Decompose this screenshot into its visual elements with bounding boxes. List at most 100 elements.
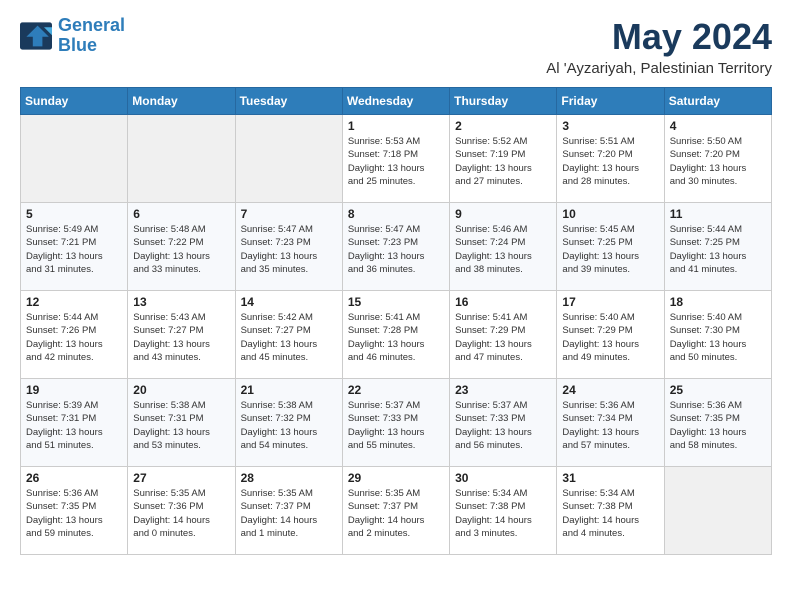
day-number: 31	[562, 471, 658, 485]
calendar-week-row: 19 Sunrise: 5:39 AM Sunset: 7:31 PM Dayli…	[21, 379, 772, 467]
day-number: 28	[241, 471, 337, 485]
day-info: Sunrise: 5:42 AM Sunset: 7:27 PM Dayligh…	[241, 311, 337, 364]
calendar-cell: 30 Sunrise: 5:34 AM Sunset: 7:38 PM Dayli…	[450, 467, 557, 555]
calendar-cell: 21Sunrise: 5:38 AM Sunset: 7:32 PM Dayli…	[235, 379, 342, 467]
day-info: Sunrise: 5:49 AM Sunset: 7:21 PM Dayligh…	[26, 223, 122, 276]
calendar-week-row: 1 Sunrise: 5:53 AM Sunset: 7:18 PM Daylig…	[21, 115, 772, 203]
calendar-cell: 23 Sunrise: 5:37 AM Sunset: 7:33 PM Dayli…	[450, 379, 557, 467]
day-info: Sunrise: 5:35 AM Sunset: 7:37 PM Dayligh…	[241, 487, 337, 540]
weekday-header: Saturday	[664, 88, 771, 115]
weekday-header: Tuesday	[235, 88, 342, 115]
day-number: 18	[670, 295, 766, 309]
calendar-cell	[128, 115, 235, 203]
calendar-cell: 22 Sunrise: 5:37 AM Sunset: 7:33 PM Dayli…	[342, 379, 449, 467]
calendar-cell: 19 Sunrise: 5:39 AM Sunset: 7:31 PM Dayli…	[21, 379, 128, 467]
day-number: 17	[562, 295, 658, 309]
day-info: Sunrise: 5:36 AM Sunset: 7:35 PM Dayligh…	[26, 487, 122, 540]
day-number: 25	[670, 383, 766, 397]
calendar-cell: 11 Sunrise: 5:44 AM Sunset: 7:25 PM Dayli…	[664, 203, 771, 291]
day-info: Sunrise: 5:37 AM Sunset: 7:33 PM Dayligh…	[348, 399, 444, 452]
calendar-cell	[235, 115, 342, 203]
calendar-cell: 6 Sunrise: 5:48 AM Sunset: 7:22 PM Daylig…	[128, 203, 235, 291]
day-info: Sunrise: 5:41 AM Sunset: 7:28 PM Dayligh…	[348, 311, 444, 364]
day-number: 3	[562, 119, 658, 133]
day-info: Sunrise: 5:45 AM Sunset: 7:25 PM Dayligh…	[562, 223, 658, 276]
day-info: Sunrise: 5:34 AM Sunset: 7:38 PM Dayligh…	[562, 487, 658, 540]
day-info: Sunrise: 5:50 AM Sunset: 7:20 PM Dayligh…	[670, 135, 766, 188]
day-number: 19	[26, 383, 122, 397]
calendar-cell: 1 Sunrise: 5:53 AM Sunset: 7:18 PM Daylig…	[342, 115, 449, 203]
day-info: Sunrise: 5:48 AM Sunset: 7:22 PM Dayligh…	[133, 223, 229, 276]
calendar-cell: 27 Sunrise: 5:35 AM Sunset: 7:36 PM Dayli…	[128, 467, 235, 555]
day-number: 10	[562, 207, 658, 221]
calendar-cell: 14 Sunrise: 5:42 AM Sunset: 7:27 PM Dayli…	[235, 291, 342, 379]
day-info: Sunrise: 5:35 AM Sunset: 7:37 PM Dayligh…	[348, 487, 444, 540]
day-info: Sunrise: 5:47 AM Sunset: 7:23 PM Dayligh…	[241, 223, 337, 276]
day-number: 24	[562, 383, 658, 397]
day-info: Sunrise: 5:39 AM Sunset: 7:31 PM Dayligh…	[26, 399, 122, 452]
calendar-cell: 2Sunrise: 5:52 AM Sunset: 7:19 PM Daylig…	[450, 115, 557, 203]
day-info: Sunrise: 5:34 AM Sunset: 7:38 PM Dayligh…	[455, 487, 551, 540]
calendar-cell: 7Sunrise: 5:47 AM Sunset: 7:23 PM Daylig…	[235, 203, 342, 291]
calendar-week-row: 26Sunrise: 5:36 AM Sunset: 7:35 PM Dayli…	[21, 467, 772, 555]
day-info: Sunrise: 5:51 AM Sunset: 7:20 PM Dayligh…	[562, 135, 658, 188]
day-info: Sunrise: 5:43 AM Sunset: 7:27 PM Dayligh…	[133, 311, 229, 364]
logo: General Blue	[20, 16, 125, 56]
calendar-cell: 24 Sunrise: 5:36 AM Sunset: 7:34 PM Dayli…	[557, 379, 664, 467]
calendar-week-row: 5 Sunrise: 5:49 AM Sunset: 7:21 PM Daylig…	[21, 203, 772, 291]
calendar-cell: 9Sunrise: 5:46 AM Sunset: 7:24 PM Daylig…	[450, 203, 557, 291]
day-number: 1	[348, 119, 444, 133]
day-info: Sunrise: 5:38 AM Sunset: 7:31 PM Dayligh…	[133, 399, 229, 452]
day-number: 6	[133, 207, 229, 221]
day-number: 30	[455, 471, 551, 485]
calendar-cell	[21, 115, 128, 203]
calendar-cell: 18 Sunrise: 5:40 AM Sunset: 7:30 PM Dayli…	[664, 291, 771, 379]
day-number: 20	[133, 383, 229, 397]
day-number: 13	[133, 295, 229, 309]
day-number: 14	[241, 295, 337, 309]
day-info: Sunrise: 5:35 AM Sunset: 7:36 PM Dayligh…	[133, 487, 229, 540]
day-info: Sunrise: 5:40 AM Sunset: 7:30 PM Dayligh…	[670, 311, 766, 364]
day-number: 4	[670, 119, 766, 133]
day-number: 27	[133, 471, 229, 485]
day-info: Sunrise: 5:37 AM Sunset: 7:33 PM Dayligh…	[455, 399, 551, 452]
calendar-cell: 26Sunrise: 5:36 AM Sunset: 7:35 PM Dayli…	[21, 467, 128, 555]
weekday-header: Sunday	[21, 88, 128, 115]
logo-text: General Blue	[58, 16, 125, 56]
calendar-cell	[664, 467, 771, 555]
location: Al 'Ayzariyah, Palestinian Territory	[546, 60, 772, 77]
title-block: May 2024 Al 'Ayzariyah, Palestinian Terr…	[546, 16, 772, 77]
calendar-cell: 10 Sunrise: 5:45 AM Sunset: 7:25 PM Dayli…	[557, 203, 664, 291]
day-info: Sunrise: 5:46 AM Sunset: 7:24 PM Dayligh…	[455, 223, 551, 276]
weekday-header: Friday	[557, 88, 664, 115]
day-number: 29	[348, 471, 444, 485]
day-info: Sunrise: 5:36 AM Sunset: 7:34 PM Dayligh…	[562, 399, 658, 452]
day-info: Sunrise: 5:53 AM Sunset: 7:18 PM Dayligh…	[348, 135, 444, 188]
day-number: 16	[455, 295, 551, 309]
day-number: 12	[26, 295, 122, 309]
day-number: 21	[241, 383, 337, 397]
calendar-cell: 20 Sunrise: 5:38 AM Sunset: 7:31 PM Dayli…	[128, 379, 235, 467]
calendar-cell: 8Sunrise: 5:47 AM Sunset: 7:23 PM Daylig…	[342, 203, 449, 291]
day-number: 8	[348, 207, 444, 221]
page-header: General Blue May 2024 Al 'Ayzariyah, Pal…	[20, 16, 772, 77]
calendar-cell: 3 Sunrise: 5:51 AM Sunset: 7:20 PM Daylig…	[557, 115, 664, 203]
calendar-cell: 29 Sunrise: 5:35 AM Sunset: 7:37 PM Dayli…	[342, 467, 449, 555]
day-number: 23	[455, 383, 551, 397]
day-number: 15	[348, 295, 444, 309]
day-number: 5	[26, 207, 122, 221]
logo-icon	[20, 22, 52, 50]
day-number: 22	[348, 383, 444, 397]
calendar-cell: 15 Sunrise: 5:41 AM Sunset: 7:28 PM Dayli…	[342, 291, 449, 379]
day-info: Sunrise: 5:44 AM Sunset: 7:25 PM Dayligh…	[670, 223, 766, 276]
calendar-cell: 4 Sunrise: 5:50 AM Sunset: 7:20 PM Daylig…	[664, 115, 771, 203]
calendar-week-row: 12 Sunrise: 5:44 AM Sunset: 7:26 PM Dayli…	[21, 291, 772, 379]
calendar-cell: 28 Sunrise: 5:35 AM Sunset: 7:37 PM Dayli…	[235, 467, 342, 555]
calendar-table: SundayMondayTuesdayWednesdayThursdayFrid…	[20, 87, 772, 555]
day-number: 11	[670, 207, 766, 221]
day-info: Sunrise: 5:44 AM Sunset: 7:26 PM Dayligh…	[26, 311, 122, 364]
weekday-header: Monday	[128, 88, 235, 115]
day-info: Sunrise: 5:36 AM Sunset: 7:35 PM Dayligh…	[670, 399, 766, 452]
calendar-cell: 5 Sunrise: 5:49 AM Sunset: 7:21 PM Daylig…	[21, 203, 128, 291]
calendar-cell: 12 Sunrise: 5:44 AM Sunset: 7:26 PM Dayli…	[21, 291, 128, 379]
